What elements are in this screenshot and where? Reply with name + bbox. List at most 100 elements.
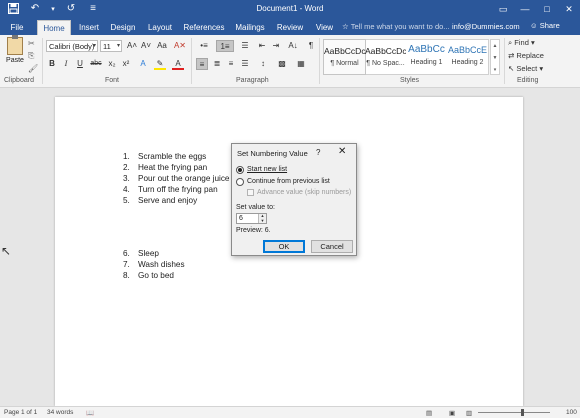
- shrink-font-button[interactable]: A˅: [140, 40, 152, 52]
- style-name: ¶ No Spac...: [366, 60, 405, 67]
- select-button[interactable]: ↖ Select ▾: [508, 64, 543, 73]
- preview-text: Preview: 6.: [236, 227, 271, 234]
- value-spinner[interactable]: 6 ▲ ▼: [236, 213, 267, 224]
- list-item[interactable]: 6. Sleep: [123, 249, 159, 258]
- print-layout-icon[interactable]: ▣: [449, 409, 455, 417]
- tab-review[interactable]: Review: [275, 20, 305, 35]
- list-item[interactable]: 3. Pour out the orange juice: [123, 174, 230, 183]
- style-normal[interactable]: AaBbCcDc ¶ Normal: [323, 39, 366, 75]
- scroll-up-icon[interactable]: ▲: [491, 40, 499, 52]
- font-size-select[interactable]: 11 ▾: [100, 40, 122, 52]
- center-button[interactable]: ≣: [211, 58, 223, 70]
- grow-font-button[interactable]: A˄: [126, 40, 138, 52]
- maximize-icon[interactable]: □: [536, 0, 558, 18]
- shading-button[interactable]: ▩: [276, 58, 288, 70]
- change-case-button[interactable]: Aa: [155, 40, 169, 52]
- tab-design[interactable]: Design: [108, 20, 138, 35]
- styles-group-label: Styles: [400, 77, 420, 84]
- cut-icon[interactable]: ✂: [28, 39, 38, 48]
- superscript-button[interactable]: x²: [120, 58, 132, 70]
- more-styles-icon[interactable]: ▾: [491, 64, 499, 76]
- paste-button[interactable]: Paste: [4, 35, 26, 73]
- styles-scroll: ▲ ▼ ▾: [490, 39, 500, 75]
- close-icon[interactable]: ✕: [338, 146, 346, 157]
- cancel-button[interactable]: Cancel: [311, 240, 353, 253]
- list-item[interactable]: 2. Heat the frying pan: [123, 163, 207, 172]
- replace-button[interactable]: ⇄ Replace: [508, 51, 544, 60]
- clear-formatting-button[interactable]: A✕: [173, 40, 187, 52]
- help-icon[interactable]: ?: [316, 148, 320, 157]
- zoom-slider[interactable]: [478, 412, 550, 413]
- tab-file[interactable]: File: [4, 20, 30, 35]
- bullets-button[interactable]: •≡: [196, 40, 212, 52]
- style-preview: AaBbCcDc: [365, 46, 406, 56]
- spin-down-icon[interactable]: ▼: [259, 218, 266, 224]
- tell-me-search[interactable]: ☆ Tell me what you want to do...: [342, 22, 450, 31]
- show-formatting-button[interactable]: ¶: [305, 40, 317, 52]
- style-name: ¶ Normal: [330, 60, 359, 67]
- ok-button[interactable]: OK: [263, 240, 305, 253]
- page-count[interactable]: Page 1 of 1: [4, 409, 37, 416]
- list-item[interactable]: 8. Go to bed: [123, 271, 174, 280]
- align-left-button[interactable]: ≡: [196, 58, 208, 70]
- share-button[interactable]: ☺ Share: [530, 21, 560, 30]
- advance-value-checkbox[interactable]: [247, 189, 254, 196]
- text-effects-button[interactable]: A: [137, 58, 149, 70]
- style-name: Heading 2: [451, 59, 484, 66]
- web-layout-icon[interactable]: ▥: [466, 409, 472, 417]
- sort-button[interactable]: A↓: [286, 40, 300, 52]
- continue-list-radio[interactable]: [236, 178, 244, 186]
- clipboard-group-label: Clipboard: [4, 77, 34, 84]
- start-new-list-radio[interactable]: [236, 166, 244, 174]
- list-item[interactable]: 1. Scramble the eggs: [123, 152, 206, 161]
- list-item[interactable]: 4. Turn off the frying pan: [123, 185, 218, 194]
- editing-group-label: Editing: [517, 77, 539, 84]
- numbering-button[interactable]: 1≡: [216, 40, 234, 52]
- zoom-level[interactable]: 100: [566, 409, 577, 416]
- minimize-icon[interactable]: —: [514, 0, 536, 18]
- align-right-button[interactable]: ≡: [225, 58, 237, 70]
- decrease-indent-button[interactable]: ⇤: [256, 40, 268, 52]
- tab-layout[interactable]: Layout: [145, 20, 175, 35]
- read-mode-icon[interactable]: ▤: [426, 409, 432, 417]
- justify-button[interactable]: ☰: [239, 58, 251, 70]
- tab-home[interactable]: Home: [37, 20, 71, 35]
- value-input[interactable]: 6: [239, 215, 243, 222]
- italic-button[interactable]: I: [60, 58, 72, 70]
- line-spacing-button[interactable]: ↕: [257, 58, 269, 70]
- tab-mailings[interactable]: Mailings: [232, 20, 268, 35]
- set-numbering-value-dialog: Set Numbering Value ? ✕ Start new list C…: [231, 143, 357, 256]
- strikethrough-button[interactable]: abc: [89, 58, 103, 70]
- start-new-list-label[interactable]: Start new list: [247, 166, 287, 173]
- increase-indent-button[interactable]: ⇥: [270, 40, 282, 52]
- bold-button[interactable]: B: [46, 58, 58, 70]
- highlight-button[interactable]: ✎: [154, 58, 166, 70]
- borders-button[interactable]: ▦: [295, 58, 307, 70]
- title-bar: ↶ ▾ ↺ ≡ Document1 - Word ▭ — □ ✕: [0, 0, 580, 18]
- ribbon-divider: [504, 38, 505, 84]
- font-name-select[interactable]: Calibri (Body) ▾: [46, 40, 98, 52]
- copy-icon[interactable]: ⎘: [28, 51, 38, 61]
- format-painter-icon[interactable]: 🖌: [28, 64, 38, 73]
- font-color-button[interactable]: A: [172, 58, 184, 70]
- style-heading-1[interactable]: AaBbCc Heading 1: [406, 40, 447, 74]
- style-no-spacing[interactable]: AaBbCcDc ¶ No Spac...: [365, 40, 406, 74]
- subscript-button[interactable]: x₂: [106, 58, 118, 70]
- ribbon-display-options-icon[interactable]: ▭: [492, 0, 514, 18]
- word-count[interactable]: 34 words: [47, 409, 73, 416]
- tab-insert[interactable]: Insert: [75, 20, 103, 35]
- list-item[interactable]: 5. Serve and enjoy: [123, 196, 197, 205]
- list-item[interactable]: 7. Wash dishes: [123, 260, 185, 269]
- tab-view[interactable]: View: [312, 20, 337, 35]
- continue-list-label[interactable]: Continue from previous list: [247, 178, 330, 185]
- close-icon[interactable]: ✕: [558, 0, 580, 18]
- find-button[interactable]: ⌕ Find ▾: [508, 38, 535, 48]
- multilevel-list-button[interactable]: ☰: [238, 40, 252, 52]
- zoom-slider-handle[interactable]: [521, 409, 524, 416]
- style-heading-2[interactable]: AaBbCcE Heading 2: [447, 40, 488, 74]
- proofing-icon[interactable]: 📖: [86, 409, 94, 417]
- scroll-down-icon[interactable]: ▼: [491, 52, 499, 64]
- underline-button[interactable]: U: [74, 58, 86, 70]
- tab-references[interactable]: References: [183, 20, 225, 35]
- account-email[interactable]: info@Dummies.com: [452, 22, 520, 31]
